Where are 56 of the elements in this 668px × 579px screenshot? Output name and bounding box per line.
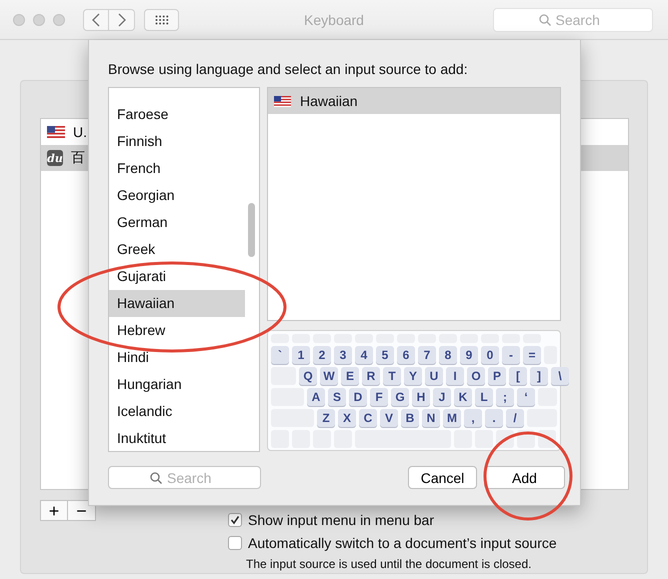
keyboard-key: - xyxy=(502,346,520,364)
keyboard-key: I xyxy=(446,367,464,385)
keyboard-key: Q xyxy=(299,367,317,385)
keyboard-key: 9 xyxy=(460,346,478,364)
input-source-name: 百 xyxy=(71,149,85,167)
keyboard-key: 7 xyxy=(418,346,436,364)
window-title: Keyboard xyxy=(303,12,365,28)
keyboard-key: 1 xyxy=(292,346,310,364)
keyboard-key: Y xyxy=(404,367,422,385)
keyboard-key: U xyxy=(425,367,443,385)
keyboard-key: N xyxy=(422,409,440,427)
keyboard-key: 2 xyxy=(313,346,331,364)
keyboard-key: V xyxy=(380,409,398,427)
keyboard-key: D xyxy=(349,388,367,406)
sheet-heading: Browse using language and select an input source to add: xyxy=(108,61,469,78)
keyboard-key: , xyxy=(464,409,482,427)
keyboard-key: . xyxy=(485,409,503,427)
keyboard-key: 6 xyxy=(397,346,415,364)
keyboard-key: \ xyxy=(551,367,569,385)
keyboard-key: J xyxy=(433,388,451,406)
keyboard-key: B xyxy=(401,409,419,427)
keyboard-key: M xyxy=(443,409,461,427)
keyboard-key: ` xyxy=(271,346,289,364)
keyboard-key: C xyxy=(359,409,377,427)
keyboard-key: P xyxy=(488,367,506,385)
keyboard-key: E xyxy=(341,367,359,385)
input-source-name: U. xyxy=(73,124,87,140)
keyboard-key: T xyxy=(383,367,401,385)
keyboard-key: X xyxy=(338,409,356,427)
keyboard-key: G xyxy=(391,388,409,406)
keyboard-key: 3 xyxy=(334,346,352,364)
input-source-name: Hawaiian xyxy=(300,93,358,109)
keyboard-key: H xyxy=(412,388,430,406)
keyboard-key: W xyxy=(320,367,338,385)
keyboard-key: = xyxy=(523,346,541,364)
keyboard-key: 8 xyxy=(439,346,457,364)
keyboard-key: 4 xyxy=(355,346,373,364)
keyboard-key: A xyxy=(307,388,325,406)
keyboard-key: ] xyxy=(530,367,548,385)
option-note: The input source is used until the document is closed. xyxy=(246,557,532,571)
keyboard-key: ‘ xyxy=(517,388,535,406)
keyboard-key: O xyxy=(467,367,485,385)
keyboard-key: R xyxy=(362,367,380,385)
keyboard-key: Z xyxy=(317,409,335,427)
keyboard-key: F xyxy=(370,388,388,406)
keyboard-key: L xyxy=(475,388,493,406)
keyboard-key: 0 xyxy=(481,346,499,364)
app-icon: du xyxy=(47,150,63,166)
keyboard-key: [ xyxy=(509,367,527,385)
checkbox-label: Show input menu in menu bar xyxy=(248,512,434,528)
keyboard-key: S xyxy=(328,388,346,406)
checkbox-label: Automatically switch to a document’s input source xyxy=(248,534,557,550)
keyboard-key: 5 xyxy=(376,346,394,364)
keyboard-key: ; xyxy=(496,388,514,406)
keyboard-key: K xyxy=(454,388,472,406)
keyboard-key: / xyxy=(506,409,524,427)
